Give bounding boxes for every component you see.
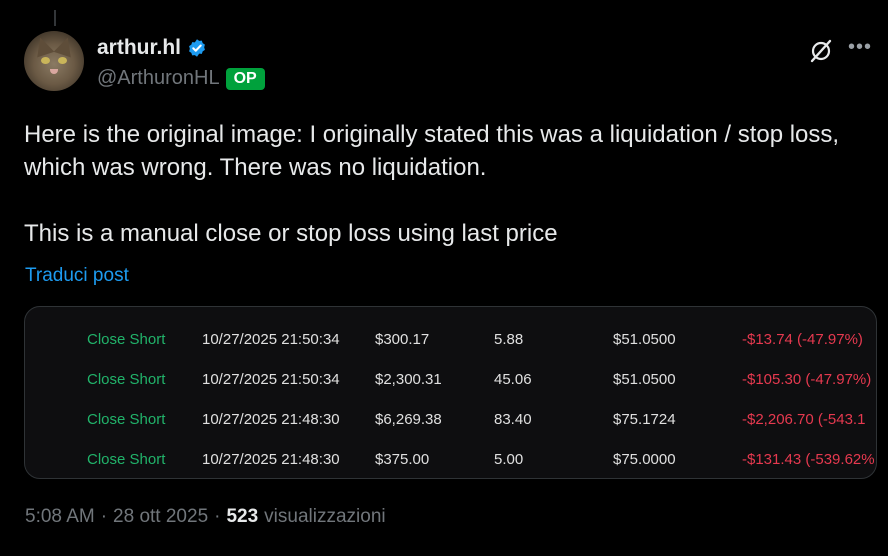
trade-direction: Close Short: [87, 411, 166, 428]
views-label: visualizzazioni: [264, 506, 386, 527]
trade-direction: Close Short: [87, 331, 166, 348]
op-badge: OP: [225, 67, 265, 90]
trade-row: Close Short 10/27/2025 21:50:34 $2,300.3…: [25, 359, 876, 399]
trade-size: 5.88: [494, 331, 524, 348]
trade-price: $75.1724: [613, 411, 676, 428]
post-time[interactable]: 5:08 AM: [25, 506, 95, 528]
tweet-paragraph: This is a manual close or stop loss usin…: [24, 220, 558, 247]
avatar-cat-eye: [58, 57, 67, 64]
grok-icon[interactable]: [808, 38, 834, 64]
views-count: 523: [226, 506, 259, 527]
avatar-cat-ear: [31, 34, 55, 58]
separator-dot: ·: [100, 506, 108, 527]
verified-badge-icon[interactable]: [187, 38, 207, 58]
trade-pnl: -$2,206.70 (-543.1: [742, 411, 866, 428]
trade-pnl: -$131.43 (-539.62%: [742, 451, 875, 468]
author-display-name[interactable]: arthur.hl: [97, 36, 181, 60]
separator-dot: ·: [214, 506, 221, 527]
trade-size: 5.00: [494, 451, 524, 468]
author-name-row: arthur.hl: [97, 36, 207, 60]
tweet-text: Here is the original image: I originally…: [24, 118, 869, 250]
avatar-cat-ear: [53, 34, 77, 58]
avatar[interactable]: [24, 31, 84, 91]
trade-value: $2,300.31: [375, 371, 442, 388]
trade-row: Close Short 10/27/2025 21:50:34 $300.17 …: [25, 319, 876, 359]
translate-post-link[interactable]: Traduci post: [25, 265, 129, 287]
trade-time: 10/27/2025 21:50:34: [202, 331, 340, 348]
thread-connector-line: [54, 10, 56, 26]
trade-value: $375.00: [375, 451, 430, 468]
trade-value: $300.17: [375, 331, 430, 348]
attached-image[interactable]: Close Short 10/27/2025 21:50:34 $300.17 …: [24, 306, 877, 479]
trade-time: 10/27/2025 21:50:34: [202, 371, 340, 388]
trade-price: $75.0000: [613, 451, 676, 468]
trade-size: 45.06: [494, 371, 532, 388]
author-handle-row: @ArthuronHL OP: [97, 67, 265, 90]
trade-pnl: -$105.30 (-47.97%): [742, 371, 872, 388]
trade-direction: Close Short: [87, 451, 166, 468]
trade-time: 10/27/2025 21:48:30: [202, 451, 340, 468]
trade-price: $51.0500: [613, 371, 676, 388]
trade-pnl: -$13.74 (-47.97%): [742, 331, 863, 348]
post-date[interactable]: 28 ott 2025: [113, 506, 208, 528]
tweet-paragraph: Here is the original image: I originally…: [24, 121, 840, 181]
avatar-cat-nose: [50, 69, 58, 74]
tweet-metadata: 5:08 AM · 28 ott 2025 · 523 visualizzazi…: [25, 506, 386, 528]
trade-price: $51.0500: [613, 331, 676, 348]
trade-size: 83.40: [494, 411, 532, 428]
trade-row: Close Short 10/27/2025 21:48:30 $375.00 …: [25, 439, 876, 478]
author-handle[interactable]: @ArthuronHL: [97, 67, 220, 90]
trade-row: Close Short 10/27/2025 21:48:30 $6,269.3…: [25, 399, 876, 439]
trade-time: 10/27/2025 21:48:30: [202, 411, 340, 428]
trade-value: $6,269.38: [375, 411, 442, 428]
avatar-cat-eye: [41, 57, 50, 64]
trade-direction: Close Short: [87, 371, 166, 388]
more-icon[interactable]: •••: [848, 36, 872, 59]
